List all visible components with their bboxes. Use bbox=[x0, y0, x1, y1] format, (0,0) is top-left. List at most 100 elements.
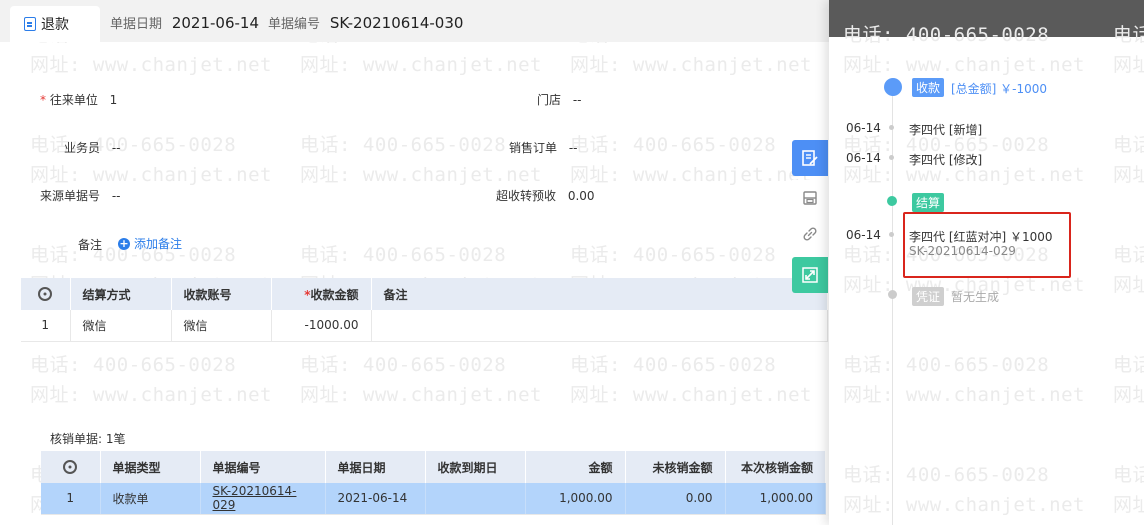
cell-settle-method[interactable]: 微信 bbox=[70, 310, 172, 342]
receive-badge: 收款 bbox=[912, 78, 945, 97]
receive-node-dot bbox=[884, 78, 902, 96]
gear-icon bbox=[63, 460, 78, 475]
add-note-link[interactable]: + 添加备注 bbox=[118, 235, 182, 252]
watermark-text: 电话: 400-665-0028 bbox=[570, 134, 777, 156]
watermark-text: 网址: www.chanjet.net bbox=[843, 494, 1085, 516]
voucher-node-dot bbox=[888, 290, 897, 299]
doc-date: 单据日期 2021-06-14 bbox=[110, 13, 259, 32]
entry-date: 06-14 bbox=[846, 121, 881, 135]
source-no-field[interactable]: 来源单据号 -- bbox=[40, 187, 121, 204]
note-label: 备注 bbox=[78, 238, 103, 252]
table-row[interactable]: 1 收款单 SK-20210614-029 2021-06-14 1,000.0… bbox=[41, 483, 826, 515]
doc-date-label: 单据日期 bbox=[110, 17, 163, 32]
cell-doc-no[interactable]: SK-20210614-029 bbox=[200, 483, 326, 515]
overpay-value: 0.00 bbox=[567, 189, 595, 203]
printer-icon bbox=[803, 191, 817, 205]
highlight-box bbox=[903, 212, 1071, 278]
expand-icon bbox=[802, 267, 818, 283]
watermark-text: 电话: 400-665-0028 bbox=[1113, 244, 1144, 266]
watermark-text: 电话: 400-665-0028 bbox=[300, 244, 507, 266]
col-doc-no: 单据编号 bbox=[200, 451, 326, 483]
watermark-text: 网址: www.chanjet.net bbox=[1113, 164, 1144, 186]
salesman-field[interactable]: 业务员 -- bbox=[64, 139, 121, 156]
store-field[interactable]: 门店 -- bbox=[537, 91, 582, 108]
watermark-text: 电话: 400-665-0028 bbox=[1113, 134, 1144, 156]
watermark-text: 电话: 400-665-0028 bbox=[30, 354, 237, 376]
add-note-label: 添加备注 bbox=[134, 237, 183, 251]
cell-receive-amount[interactable]: -1000.00 bbox=[271, 310, 372, 342]
cell-amount: 1,000.00 bbox=[525, 483, 626, 515]
partner-label: 往来单位 bbox=[49, 93, 98, 107]
watermark-text: 电话: 400-665-0028 bbox=[300, 354, 507, 376]
watermark-text: 电话: 400-665-0028 bbox=[843, 354, 1050, 376]
col-receive-account: 收款账号 bbox=[171, 278, 272, 310]
col-settle-method: 结算方式 bbox=[70, 278, 172, 310]
watermark-text: 网址: www.chanjet.net bbox=[30, 164, 272, 186]
doc-number-label: 单据编号 bbox=[268, 17, 321, 32]
doc-no-link[interactable]: SK-20210614-029 bbox=[213, 484, 297, 512]
timeline-panel: 电话: 400-665-0028 网址: www.chanjet.net 电话: 4… bbox=[829, 0, 1144, 525]
row-index: 1 bbox=[41, 483, 101, 515]
sales-order-field[interactable]: 销售订单 -- bbox=[509, 139, 578, 156]
sales-order-value: -- bbox=[568, 141, 578, 155]
watermark-text: 网址: www.chanjet.net bbox=[843, 54, 1085, 76]
watermark-text: 网址: www.chanjet.net bbox=[570, 384, 812, 406]
link-icon bbox=[803, 227, 817, 241]
column-settings-gear[interactable] bbox=[41, 451, 101, 483]
entry-text[interactable]: 李四代 [修改] bbox=[909, 151, 982, 168]
entry-dot bbox=[889, 125, 894, 130]
col-note: 备注 bbox=[371, 278, 828, 310]
settle-node-dot bbox=[887, 196, 897, 206]
col-receive-amount: *收款金额 bbox=[271, 278, 372, 310]
watermark-text: 网址: www.chanjet.net bbox=[30, 384, 272, 406]
cell-this-verify[interactable]: 1,000.00 bbox=[725, 483, 826, 515]
entry-date: 06-14 bbox=[846, 151, 881, 165]
cell-receive-account[interactable]: 微信 bbox=[171, 310, 272, 342]
plus-circle-icon: + bbox=[118, 236, 130, 250]
watermark-text: 网址: www.chanjet.net bbox=[1113, 494, 1144, 516]
app-window: 电话: 400-665-0028 网址: www.chanjet.net 电话: 4… bbox=[0, 0, 1144, 525]
salesman-value: -- bbox=[111, 141, 121, 155]
edit-doc-button[interactable] bbox=[792, 140, 828, 176]
attachment-button[interactable] bbox=[792, 216, 828, 252]
column-settings-gear[interactable] bbox=[21, 278, 71, 310]
cell-unverified: 0.00 bbox=[625, 483, 726, 515]
watermark-text: 电话: 400-665-0028 bbox=[1113, 354, 1144, 376]
overpay-label: 超收转预收 bbox=[496, 189, 557, 203]
watermark-text: 网址: www.chanjet.net bbox=[570, 54, 812, 76]
tab-label: 退款 bbox=[41, 17, 69, 33]
watermark-text: 网址: www.chanjet.net bbox=[1113, 384, 1144, 406]
watermark-text: 电话: 400-665-0028 bbox=[300, 134, 507, 156]
cell-note[interactable] bbox=[371, 310, 828, 342]
settle-badge: 结算 bbox=[912, 193, 945, 212]
overpay-field[interactable]: 超收转预收 0.00 bbox=[496, 187, 595, 204]
print-button[interactable] bbox=[792, 180, 828, 216]
watermark-text: 电话: 400-665-0028 bbox=[1113, 464, 1144, 486]
table-row[interactable]: 1 微信 微信 -1000.00 bbox=[21, 310, 828, 342]
col-amount: 金额 bbox=[525, 451, 626, 483]
expand-button[interactable] bbox=[792, 257, 828, 293]
verification-table: 单据类型 单据编号 单据日期 收款到期日 金额 未核销金额 本次核销金额 1 收… bbox=[41, 451, 826, 515]
timeline-line bbox=[892, 78, 893, 525]
col-doc-date: 单据日期 bbox=[325, 451, 426, 483]
watermark-text: 电话: 400-665-0028 bbox=[570, 244, 777, 266]
sales-order-label: 销售订单 bbox=[509, 141, 558, 155]
cell-due-date bbox=[425, 483, 526, 515]
tab-refund[interactable]: 退款 bbox=[10, 6, 100, 42]
partner-field[interactable]: * 往来单位 1 bbox=[40, 91, 117, 108]
cell-doc-type: 收款单 bbox=[100, 483, 201, 515]
col-receive-amount-label: 收款金额 bbox=[310, 287, 359, 302]
salesman-label: 业务员 bbox=[64, 141, 101, 155]
edit-doc-icon bbox=[802, 150, 818, 166]
document-icon bbox=[24, 17, 36, 31]
col-this-verify: 本次核销金额 bbox=[725, 451, 826, 483]
voucher-badge: 凭证 bbox=[912, 287, 945, 306]
partner-value: 1 bbox=[109, 93, 118, 107]
watermark-text: 网址: www.chanjet.net bbox=[300, 54, 542, 76]
watermark-text: 网址: www.chanjet.net bbox=[30, 54, 272, 76]
entry-text[interactable]: 李四代 [新增] bbox=[909, 121, 982, 138]
col-unverified: 未核销金额 bbox=[625, 451, 726, 483]
watermark-text: 电话: 400-665-0028 bbox=[30, 134, 237, 156]
required-mark: * bbox=[40, 93, 46, 107]
gear-icon bbox=[38, 287, 53, 302]
